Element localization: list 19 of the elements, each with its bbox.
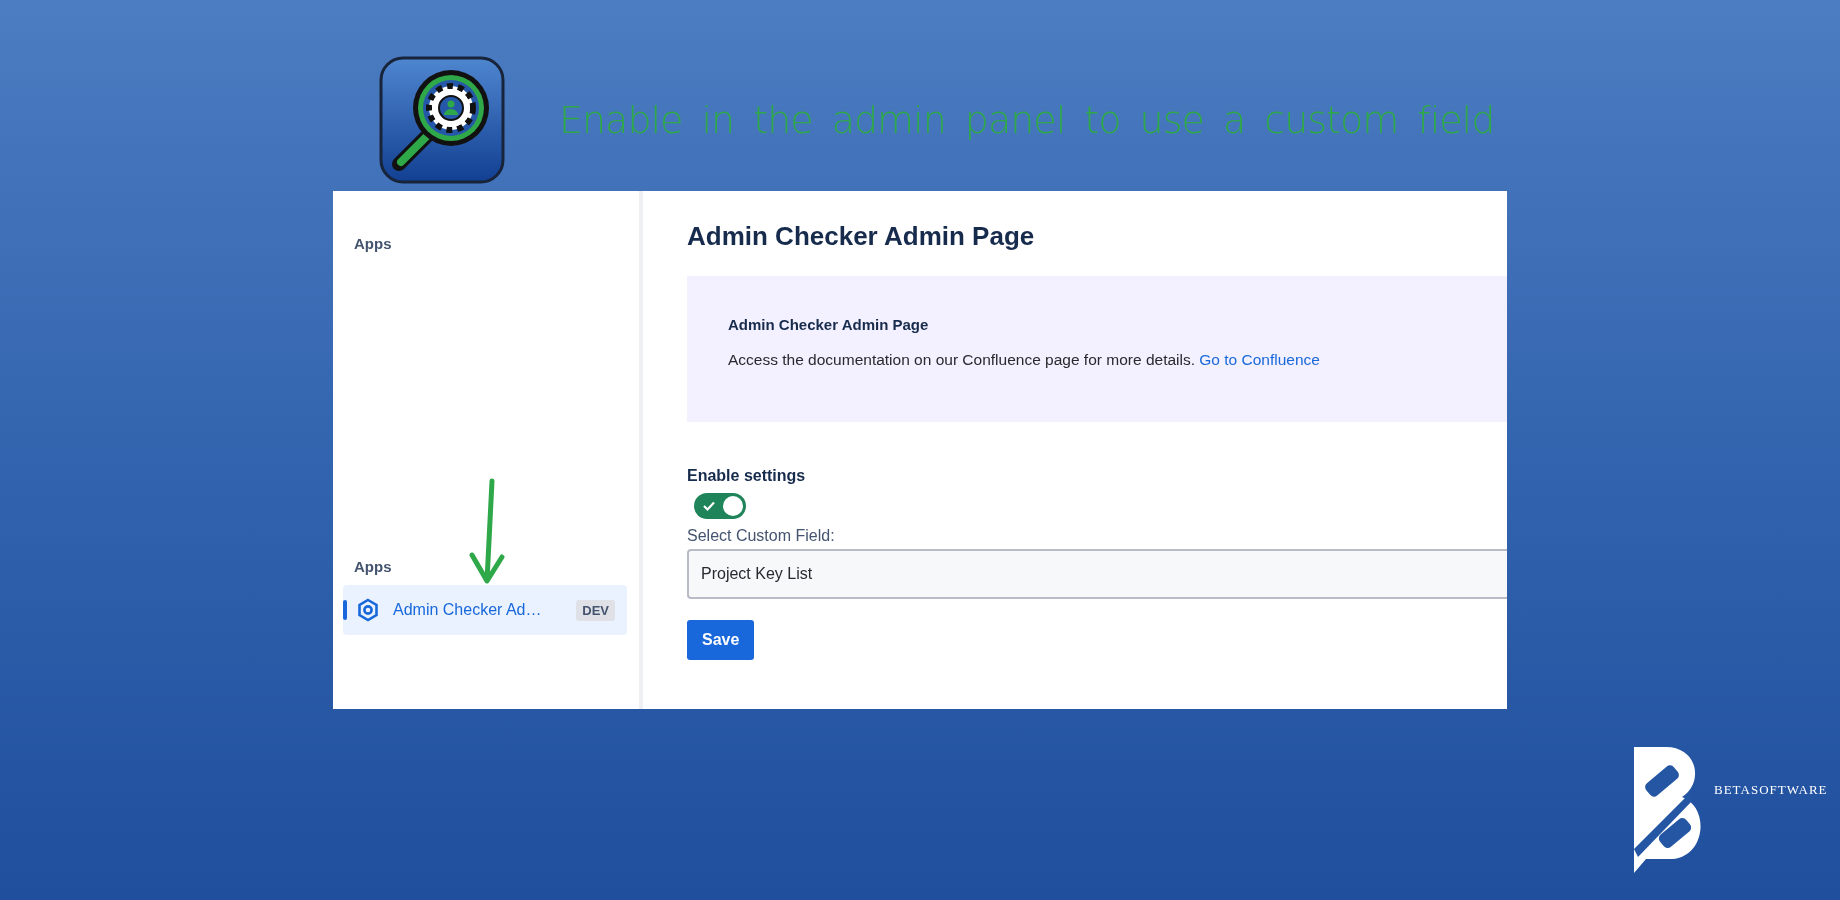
save-button[interactable]: Save — [687, 620, 755, 660]
custom-field-select[interactable]: Project Key List — [687, 549, 1507, 599]
sidebar-item-label: Admin Checker Ad… — [393, 601, 543, 619]
confluence-link[interactable]: Go to Confluence — [1199, 351, 1320, 368]
enable-settings-label: Enable settings — [687, 467, 806, 485]
enable-toggle[interactable] — [694, 493, 746, 519]
check-icon — [702, 500, 716, 512]
dev-badge: DEV — [576, 599, 615, 621]
field-label: Select Custom Field: — [687, 527, 835, 545]
hexagon-icon — [357, 598, 379, 622]
info-text: Access the documentation on our Confluence page for more details. — [728, 351, 1195, 368]
page-title: Admin Checker Admin Page — [687, 221, 1035, 252]
brand-name: BETASOFTWARE — [1714, 782, 1828, 798]
banner-title: Enable in the admin panel to use a custom field — [559, 98, 1495, 142]
sidebar-item[interactable]: Admin Checker Ad… DEV — [343, 585, 627, 635]
info-heading: Admin Checker Admin Page — [728, 316, 930, 333]
sidebar-heading: Apps — [353, 235, 393, 252]
sidebar-section-label: Apps — [353, 558, 393, 575]
magnifier-gear-icon — [379, 56, 505, 184]
